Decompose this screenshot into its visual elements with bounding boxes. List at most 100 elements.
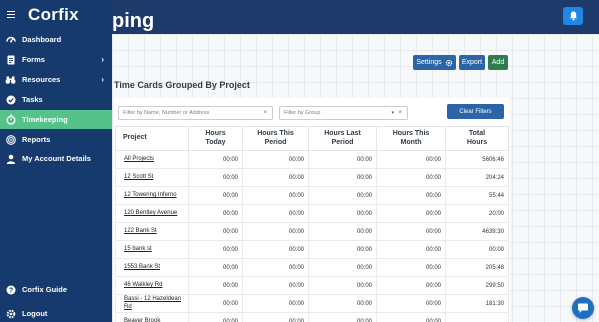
sidebar-item-label: Forms [22,55,45,64]
project-link[interactable]: 12 Towering Inferno [115,186,189,205]
table-cell: 00:00 [308,312,377,322]
table-cell: 00:00 [188,204,243,223]
column-header: Hours Today [188,126,243,151]
column-header-line: Period [331,138,354,146]
sidebar-item-my-account-details[interactable]: My Account Details [0,149,112,168]
sidebar-item-corfix-guide[interactable]: ? Corfix Guide [0,280,112,299]
sidebar-item-forms[interactable]: Forms › [0,50,112,69]
sidebar-item-label: Resources [22,75,61,84]
table-cell: 00:00 [376,294,446,313]
clear-group-filter-icon[interactable]: × [398,110,402,116]
section-title: Time Cards Grouped By Project [114,80,250,90]
table-cell: 00:00 [188,258,243,277]
project-link[interactable]: 120 Bentley Avenue [115,204,189,223]
column-header-line: Hours This [392,129,430,137]
table-cell: 00:00 [308,186,377,205]
table-cell: 00:00 [188,240,243,259]
project-link[interactable]: 1553 Bank St [115,258,189,277]
menu-icon[interactable] [7,11,15,18]
sidebar-item-dashboard[interactable]: Dashboard [0,30,112,49]
sidebar-item-logout[interactable]: Logout [0,304,112,322]
bell-icon [569,11,577,21]
svg-text:?: ? [8,287,12,294]
chat-support-button[interactable] [572,297,594,319]
page-title: ping [112,10,155,32]
table-cell: 00:00 [188,312,243,322]
table-cell: 00:00 [308,276,377,295]
table-row[interactable]: 12 Towering Inferno 00:00 00:00 00:00 00:00 5… [115,186,509,205]
stopwatch-icon [5,114,16,125]
project-link[interactable]: 15 bank st [115,240,189,259]
table-cell: 00:00 [242,222,309,241]
table-cell: 00:00 [376,276,446,295]
clear-name-filter-icon[interactable]: × [263,110,267,116]
project-link[interactable]: All Projects [115,150,189,169]
column-header-line: Month [400,138,422,146]
project-link[interactable]: 122 Bank St [115,222,189,241]
binoculars-icon [5,74,16,85]
table-row[interactable]: 122 Bank St 00:00 00:00 00:00 00:00 4639:30 [115,222,509,241]
table-row[interactable]: Bassi - 12 Hazeldean Rd 00:00 00:00 00:00 00… [115,294,509,313]
column-header-line: Period [264,138,287,146]
table-row[interactable]: 1553 Bank St 00:00 00:00 00:00 00:00 205:48 [115,258,509,277]
table-cell: 00:00 [445,240,509,259]
column-header-line: Hours This [257,129,294,137]
dashboard-gauge-icon [5,34,16,45]
table-row[interactable]: 15 bank st 00:00 00:00 00:00 00:00 00:00 [115,240,509,259]
sidebar-item-label: Reports [22,135,51,144]
chat-icon [578,303,588,313]
column-header: Hours This Month [376,126,446,151]
chevron-right-icon: › [101,55,104,64]
project-link[interactable]: Beaver Brook [115,312,189,322]
target-icon [5,134,16,145]
table-cell: 00:00 [242,312,309,322]
sidebar-item-label: Timekeeping [22,115,68,124]
sidebar-item-resources[interactable]: Resources › [0,70,112,89]
name-filter-input[interactable]: Filter by Name, Number or Address × [118,106,273,120]
table-cell: 00:00 [376,168,446,187]
project-link[interactable]: Bassi - 12 Hazeldean Rd [115,294,189,313]
table-row[interactable]: 120 Bentley Avenue 00:00 00:00 00:00 00:00 20… [115,204,509,223]
settings-button[interactable]: Settings [413,55,456,70]
table-cell: 00:00 [308,258,377,277]
table-cell: 00:00 [376,222,446,241]
sidebar-item-timekeeping[interactable]: Timekeeping [0,110,112,129]
check-circle-icon [5,94,16,105]
table-cell: 00:00 [188,186,243,205]
table-cell: 00:00 [376,240,446,259]
add-button[interactable]: Add [488,55,508,70]
clear-filters-button[interactable]: Clear Filters [447,104,504,119]
table-cell: 00:00 [242,240,309,259]
sidebar-item-label: Logout [22,309,48,318]
chevron-down-icon[interactable]: ▾ [391,110,394,116]
table-cell: 00:00 [242,204,309,223]
table-row[interactable]: 12 Scott St 00:00 00:00 00:00 00:00 204:24 [115,168,509,187]
table-cell: 205:48 [445,258,509,277]
table-cell: 00:00 [308,204,377,223]
table-cell: 00:00 [376,150,446,169]
sidebar-item-tasks[interactable]: Tasks [0,90,112,109]
table-cell: 181:30 [445,294,509,313]
export-button[interactable]: Export [459,55,485,70]
project-link[interactable]: 12 Scott St [115,168,189,187]
table-row[interactable]: 46 Walkley Rd 00:00 00:00 00:00 00:00 299:50 [115,276,509,295]
project-link[interactable]: 46 Walkley Rd [115,276,189,295]
table-cell: 00:00 [188,294,243,313]
sidebar-item-reports[interactable]: Reports [0,130,112,149]
question-circle-icon: ? [5,284,16,295]
table-cell: 299:50 [445,276,509,295]
table-cell: 00:00 [242,258,309,277]
sidebar-item-label: Tasks [22,95,43,104]
sidebar-item-label: Dashboard [22,35,62,44]
table-cell: 00:00 [242,168,309,187]
table-row[interactable]: All Projects 00:00 00:00 00:00 00:00 5606:46 [115,150,509,169]
table-row[interactable]: Beaver Brook 00:00 00:00 00:00 00:00 [115,312,509,322]
column-header: Project [115,126,189,151]
table-cell: 5606:46 [445,150,509,169]
notifications-button[interactable] [563,7,583,25]
table-cell: 00:00 [308,168,377,187]
table-cell: 00:00 [376,258,446,277]
sidebar: Corfix Dashboard Forms › Resources › Tas… [0,0,112,322]
column-header-line: Hours [205,129,226,137]
group-filter-select[interactable]: Filter by Group ▾ × [279,106,408,120]
